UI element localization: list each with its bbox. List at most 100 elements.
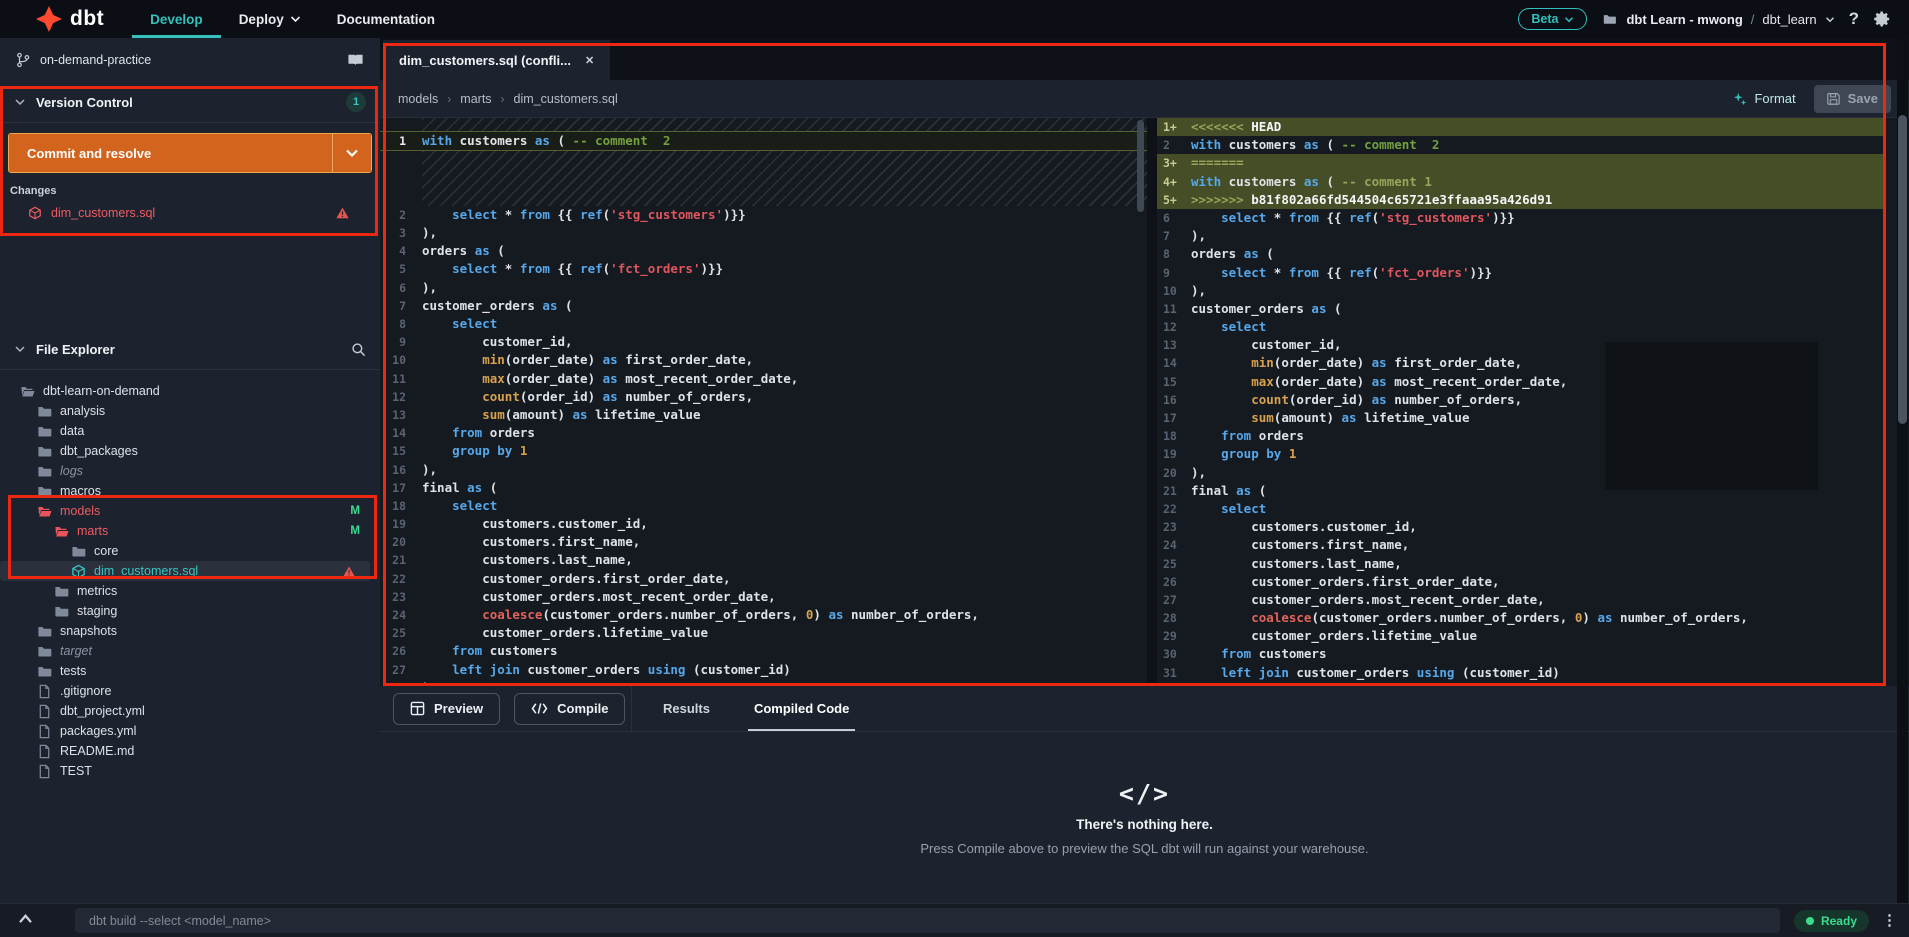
tree-item-models[interactable]: models M xyxy=(0,501,380,521)
code-line-14[interactable]: 14 from orders xyxy=(380,424,1147,442)
breadcrumb-marts[interactable]: marts xyxy=(460,92,491,106)
tree-item-tests[interactable]: tests xyxy=(0,661,380,681)
code-line-28[interactable]: 28 ) xyxy=(380,679,1147,686)
code-line-18[interactable]: 18 select xyxy=(380,497,1147,515)
code-line-4[interactable]: 4+ with customers as ( -- comment 1 xyxy=(1157,172,1885,191)
tree-item-TEST[interactable]: TEST xyxy=(0,761,380,781)
code-line-15[interactable]: 15 group by 1 xyxy=(380,442,1147,460)
expand-panel-icon[interactable] xyxy=(18,913,33,924)
code-line-2[interactable]: 2 select * from {{ ref('stg_customers')}… xyxy=(380,206,1147,224)
docs-book-icon[interactable] xyxy=(347,53,364,67)
breadcrumb-models[interactable]: models xyxy=(398,92,438,106)
tree-item-metrics[interactable]: metrics xyxy=(0,581,380,601)
code-line-21[interactable]: 21 customers.last_name, xyxy=(380,551,1147,569)
nav-item-documentation[interactable]: Documentation xyxy=(319,0,453,38)
version-control-header[interactable]: Version Control 1 xyxy=(0,88,380,116)
code-line-7[interactable]: 7 customer_orders as ( xyxy=(380,297,1147,315)
code-line-24[interactable]: 24 customers.first_name, xyxy=(1157,536,1885,554)
code-line-5[interactable]: 5+ >>>>>>> b81f802a66fd544504c65721e3ffa… xyxy=(1157,190,1885,209)
pane-divider[interactable] xyxy=(1147,118,1157,686)
tree-item-macros[interactable]: macros xyxy=(0,481,380,501)
nav-item-develop[interactable]: Develop xyxy=(132,0,221,38)
tree-item-dbt_project.yml[interactable]: dbt_project.yml xyxy=(0,701,380,721)
nav-item-deploy[interactable]: Deploy xyxy=(221,0,319,38)
command-input[interactable] xyxy=(75,908,1780,933)
tree-item-data[interactable]: data xyxy=(0,421,380,441)
account-name[interactable]: dbt Learn - mwong xyxy=(1626,12,1742,27)
search-icon[interactable] xyxy=(351,342,366,357)
code-line-10[interactable]: 10 min(order_date) as first_order_date, xyxy=(380,351,1147,369)
code-line-6[interactable]: 6 select * from {{ ref('stg_customers')}… xyxy=(1157,209,1885,227)
gear-icon[interactable] xyxy=(1873,10,1891,28)
commit-options-button[interactable] xyxy=(332,134,371,172)
beta-dropdown[interactable]: Beta xyxy=(1518,8,1588,30)
code-line-25[interactable]: 25 customers.last_name, xyxy=(1157,555,1885,573)
kebab-menu-icon[interactable]: ⋮ xyxy=(1882,911,1897,929)
code-line-2[interactable]: 2 with customers as ( -- comment 2 xyxy=(1157,136,1885,154)
code-line-10[interactable]: 10 ), xyxy=(1157,282,1885,300)
tree-item-.gitignore[interactable]: .gitignore xyxy=(0,681,380,701)
code-line-20[interactable]: 20 customers.first_name, xyxy=(380,533,1147,551)
breadcrumb-file[interactable]: dim_customers.sql xyxy=(514,92,618,106)
editor-pane-local[interactable]: 1 with customers as ( -- comment 2 2 sel… xyxy=(380,118,1147,686)
code-line-26[interactable]: 26 from customers xyxy=(380,642,1147,660)
code-line-30[interactable]: 30 from customers xyxy=(1157,645,1885,663)
tab-results[interactable]: Results xyxy=(663,686,710,731)
code-line-16[interactable]: 16 ), xyxy=(380,461,1147,479)
window-scrollbar[interactable] xyxy=(1897,38,1908,903)
chevron-down-icon[interactable] xyxy=(1825,16,1835,23)
preview-button[interactable]: Preview xyxy=(393,692,501,725)
tree-item-README.md[interactable]: README.md xyxy=(0,741,380,761)
code-line-23[interactable]: 23 customers.customer_id, xyxy=(1157,518,1885,536)
code-line-9[interactable]: 9 select * from {{ ref('fct_orders')}} xyxy=(1157,264,1885,282)
code-line-19[interactable]: 19 customers.customer_id, xyxy=(380,515,1147,533)
save-button[interactable]: Save xyxy=(1813,84,1891,113)
tab-compiled-code[interactable]: Compiled Code xyxy=(747,686,856,731)
code-line-9[interactable]: 9 customer_id, xyxy=(380,333,1147,351)
tree-item-logs[interactable]: logs xyxy=(0,461,380,481)
changed-file-row[interactable]: dim_customers.sql xyxy=(0,201,380,225)
code-line-31[interactable]: 31 left join customer_orders using (cust… xyxy=(1157,664,1885,682)
left-pane-scrollbar[interactable] xyxy=(1137,120,1144,212)
branch-row[interactable]: on-demand-practice xyxy=(0,38,380,82)
code-line-22[interactable]: 22 customer_orders.first_order_date, xyxy=(380,570,1147,588)
code-line-28[interactable]: 28 coalesce(customer_orders.number_of_or… xyxy=(1157,609,1885,627)
compile-button[interactable]: Compile xyxy=(514,692,626,725)
code-line-26[interactable]: 26 customer_orders.first_order_date, xyxy=(1157,573,1885,591)
tree-item-dim_customers.sql[interactable]: dim_customers.sql xyxy=(0,561,370,581)
format-button[interactable]: Format xyxy=(1733,91,1796,106)
code-line-3[interactable]: 3+ ======= xyxy=(1157,154,1885,173)
code-line-27[interactable]: 27 customer_orders.most_recent_order_dat… xyxy=(1157,591,1885,609)
code-line-8[interactable]: 8 select xyxy=(380,315,1147,333)
code-line-24[interactable]: 24 coalesce(customer_orders.number_of_or… xyxy=(380,606,1147,624)
code-line-4[interactable]: 4 orders as ( xyxy=(380,242,1147,260)
code-line-7[interactable]: 7 ), xyxy=(1157,227,1885,245)
code-line-6[interactable]: 6 ), xyxy=(380,279,1147,297)
code-line-3[interactable]: 3 ), xyxy=(380,224,1147,242)
project-name[interactable]: dbt_learn xyxy=(1762,12,1816,27)
code-line-1[interactable]: 1+ <<<<<<< HEAD xyxy=(1157,118,1885,137)
code-line-5[interactable]: 5 select * from {{ ref('fct_orders')}} xyxy=(380,260,1147,278)
tab-close-icon[interactable]: ✕ xyxy=(585,54,594,67)
code-line-17[interactable]: 17 final as ( xyxy=(380,479,1147,497)
code-line-27[interactable]: 27 left join customer_orders using (cust… xyxy=(380,661,1147,679)
code-line-25[interactable]: 25 customer_orders.lifetime_value xyxy=(380,624,1147,642)
help-button[interactable]: ? xyxy=(1849,9,1859,29)
code-line-22[interactable]: 22 select xyxy=(1157,500,1885,518)
code-line-8[interactable]: 8 orders as ( xyxy=(1157,245,1885,263)
tab-dim-customers[interactable]: dim_customers.sql (confli... ✕ xyxy=(383,40,612,80)
tree-item-analysis[interactable]: analysis xyxy=(0,401,380,421)
tree-item-snapshots[interactable]: snapshots xyxy=(0,621,380,641)
tree-item-dbt-learn-on-demand[interactable]: dbt-learn-on-demand xyxy=(0,381,380,401)
code-line-12[interactable]: 12 select xyxy=(1157,318,1885,336)
code-line-13[interactable]: 13 sum(amount) as lifetime_value xyxy=(380,406,1147,424)
code-line-11[interactable]: 11 customer_orders as ( xyxy=(1157,300,1885,318)
tree-item-staging[interactable]: staging xyxy=(0,601,380,621)
file-explorer-header[interactable]: File Explorer xyxy=(0,335,380,363)
tree-item-dbt_packages[interactable]: dbt_packages xyxy=(0,441,380,461)
code-line-29[interactable]: 29 customer_orders.lifetime_value xyxy=(1157,627,1885,645)
dbt-logo-icon[interactable] xyxy=(36,6,62,32)
code-line-1[interactable]: 1 with customers as ( -- comment 2 xyxy=(380,131,1147,152)
window-scrollbar-thumb[interactable] xyxy=(1898,115,1907,424)
code-line-12[interactable]: 12 count(order_id) as number_of_orders, xyxy=(380,388,1147,406)
